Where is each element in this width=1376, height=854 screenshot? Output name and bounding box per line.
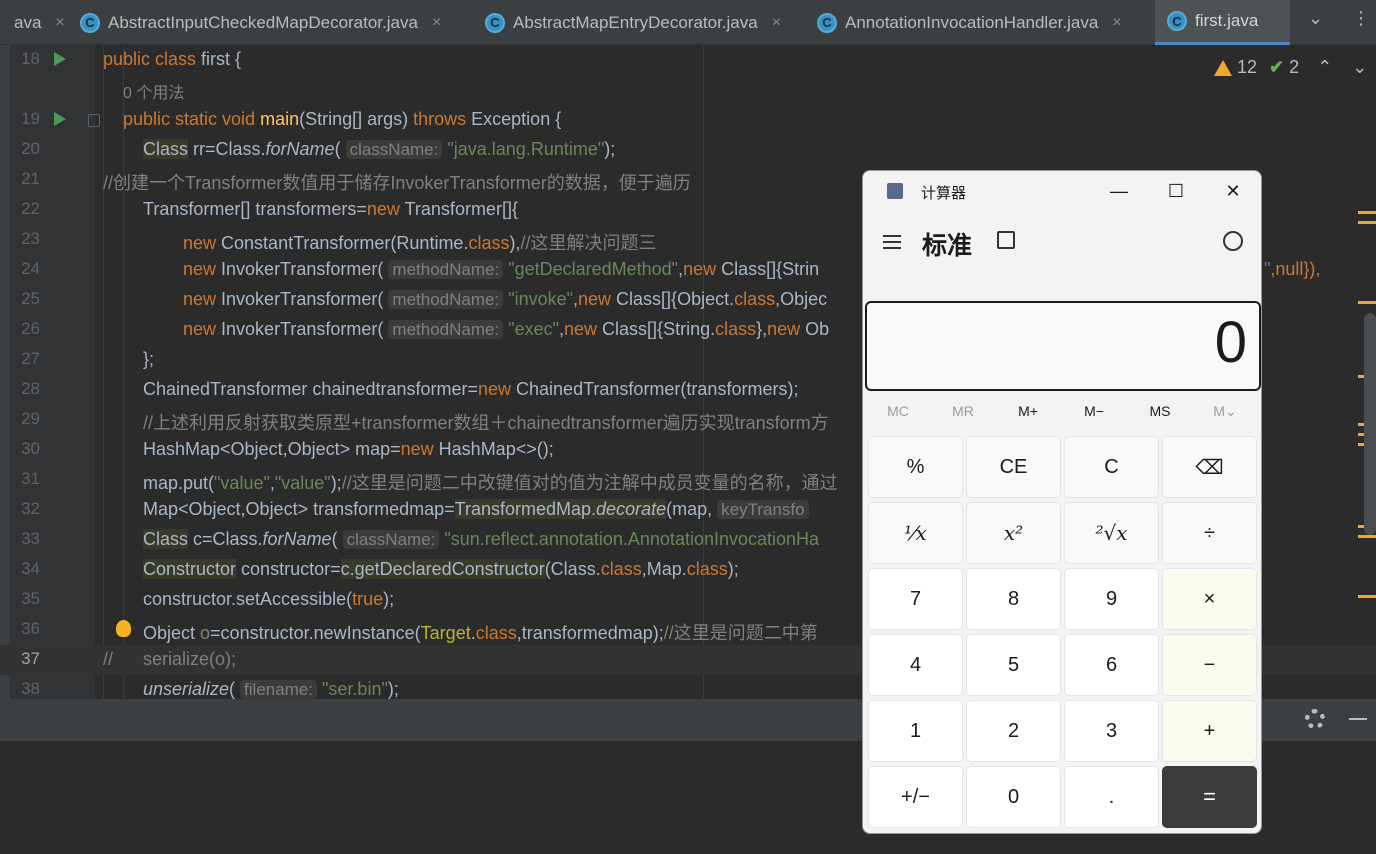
class-icon: C [485, 12, 505, 33]
window-title: 计算器 [921, 185, 967, 202]
tab-abstract-input-checked-map-decorator[interactable]: C AbstractInputCheckedMapDecorator.java … [80, 0, 475, 45]
square-button[interactable]: x² [966, 502, 1061, 564]
inspection-widget[interactable]: 12 ✔ 2 ⌃ ⌄ [1214, 57, 1367, 78]
more-icon[interactable]: ⋮ [1352, 8, 1370, 29]
code-line: 18 public class first { [21, 49, 242, 69]
lightbulb-icon[interactable] [116, 620, 131, 637]
digit-7-button[interactable]: 7 [868, 568, 963, 630]
digit-2-button[interactable]: 2 [966, 700, 1061, 762]
tab-label: first.java [1195, 11, 1259, 30]
previous-highlight-icon[interactable]: ⌃ [1317, 57, 1332, 78]
memory-clear-button[interactable]: MC [865, 403, 931, 419]
minimize-button[interactable]: — [1099, 177, 1139, 205]
hide-panel-icon[interactable] [1349, 718, 1367, 720]
tab-partial[interactable]: ava × [0, 0, 68, 45]
memory-list-button[interactable]: M⌄ [1192, 403, 1258, 420]
add-button[interactable]: + [1162, 700, 1257, 762]
digit-5-button[interactable]: 5 [966, 634, 1061, 696]
warning-count: 12 [1237, 57, 1258, 77]
digit-0-button[interactable]: 0 [966, 766, 1061, 828]
negate-button[interactable]: +/− [868, 766, 963, 828]
code-line: 19 public static void main(String[] args… [21, 109, 562, 129]
tab-label: AnnotationInvocationHandler.java [845, 12, 1099, 32]
memory-subtract-button[interactable]: M− [1061, 403, 1127, 419]
calculator-app-icon [887, 183, 903, 199]
class-icon: C [1167, 11, 1187, 31]
tab-annotation-invocation-handler[interactable]: C AnnotationInvocationHandler.java × [817, 0, 1152, 45]
memory-add-button[interactable]: M+ [995, 403, 1061, 419]
check-icon: ✔ [1269, 57, 1285, 77]
clear-button[interactable]: C [1064, 436, 1159, 498]
tab-label: AbstractMapEntryDecorator.java [513, 12, 758, 32]
class-icon: C [817, 12, 837, 33]
tab-list-dropdown-icon[interactable]: ⌄ [1308, 8, 1323, 29]
digit-6-button[interactable]: 6 [1064, 634, 1159, 696]
class-icon: C [80, 12, 100, 33]
mode-title: 标准 [922, 232, 973, 260]
calculator-window: 计算器 — ☐ ✕ 标准 0 MC MR M+ M− MS M⌄ % CE C … [862, 170, 1262, 834]
divide-button[interactable]: ÷ [1162, 502, 1257, 564]
editor-tab-bar: ava × C AbstractInputCheckedMapDecorator… [0, 0, 1376, 45]
digit-8-button[interactable]: 8 [966, 568, 1061, 630]
ok-count: 2 [1289, 57, 1300, 77]
digit-3-button[interactable]: 3 [1064, 700, 1159, 762]
vertical-scrollbar[interactable] [1364, 313, 1376, 535]
keep-on-top-icon[interactable] [997, 231, 1015, 249]
display-value: 0 [1214, 310, 1247, 375]
subtract-button[interactable]: − [1162, 634, 1257, 696]
digit-1-button[interactable]: 1 [868, 700, 963, 762]
menu-hamburger-icon[interactable] [883, 235, 901, 249]
maximize-button[interactable]: ☐ [1156, 177, 1196, 205]
run-icon[interactable] [54, 112, 66, 126]
tab-label: ava [14, 12, 42, 32]
settings-gear-icon[interactable] [1305, 709, 1325, 729]
tab-abstract-map-entry-decorator[interactable]: C AbstractMapEntryDecorator.java × [485, 0, 805, 45]
digit-9-button[interactable]: 9 [1064, 568, 1159, 630]
close-icon[interactable]: × [55, 14, 64, 32]
memory-store-button[interactable]: MS [1127, 403, 1193, 419]
run-icon[interactable] [54, 52, 66, 66]
next-highlight-icon[interactable]: ⌄ [1352, 57, 1367, 78]
percent-button[interactable]: % [868, 436, 963, 498]
code-line: 20 Class rr=Class.forName( className: "j… [21, 139, 616, 159]
digit-4-button[interactable]: 4 [868, 634, 963, 696]
clear-entry-button[interactable]: CE [966, 436, 1061, 498]
square-root-button[interactable]: ²√x [1064, 502, 1159, 564]
close-button[interactable]: ✕ [1213, 177, 1253, 205]
decimal-button[interactable]: . [1064, 766, 1159, 828]
backspace-button[interactable]: ⌫ [1162, 436, 1257, 498]
history-icon[interactable] [1223, 231, 1243, 251]
tab-first-java[interactable]: C first.java [1155, 0, 1290, 45]
result-display: 0 [865, 301, 1261, 391]
bookmark-icon [88, 114, 100, 127]
close-icon[interactable]: × [772, 14, 781, 32]
usage-hint[interactable]: 0 个用法 [123, 79, 184, 103]
usage-hint-line: 0 个用法 [0, 75, 1376, 105]
reciprocal-button[interactable]: ¹⁄x [868, 502, 963, 564]
tab-label: AbstractInputCheckedMapDecorator.java [108, 12, 418, 32]
equals-button[interactable]: = [1162, 766, 1257, 828]
memory-recall-button[interactable]: MR [930, 403, 996, 419]
multiply-button[interactable]: × [1162, 568, 1257, 630]
close-icon[interactable]: × [432, 14, 441, 32]
close-icon[interactable]: × [1112, 14, 1121, 32]
warning-icon [1214, 59, 1232, 76]
